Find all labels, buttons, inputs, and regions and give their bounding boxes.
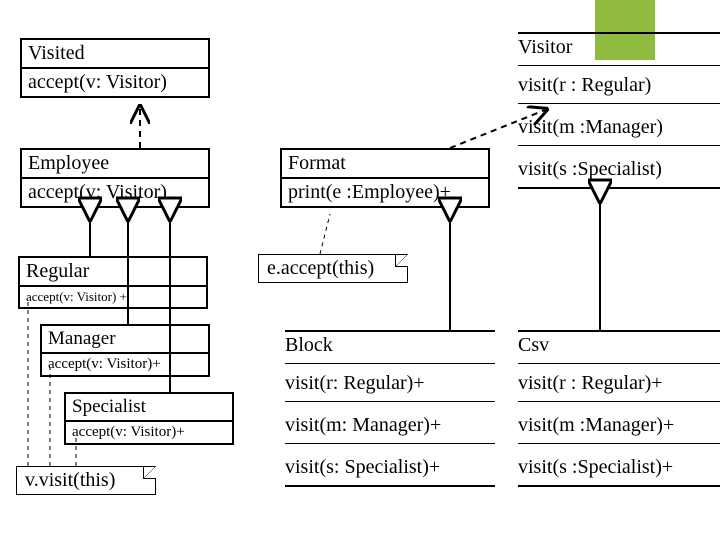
class-title: Csv xyxy=(518,330,720,364)
class-method: print(e :Employee)+ xyxy=(282,177,488,206)
note-eaccept: e.accept(this) xyxy=(258,254,408,283)
class-visited: Visited accept(v: Visitor) xyxy=(20,38,210,98)
class-method: accept(v: Visitor) + xyxy=(20,285,206,307)
class-specialist: Specialist accept(v: Visitor)+ xyxy=(64,392,234,445)
class-method: visit(r : Regular)+ xyxy=(518,370,720,402)
class-method: visit(r : Regular) xyxy=(518,72,720,104)
class-title: Specialist xyxy=(66,394,232,420)
class-title: Block xyxy=(285,330,495,364)
class-method: accept(v: Visitor)+ xyxy=(66,420,232,443)
note-vvisit: v.visit(this) xyxy=(16,466,156,495)
class-method: visit(r: Regular)+ xyxy=(285,370,495,402)
class-format: Format print(e :Employee)+ xyxy=(280,148,490,208)
class-method: visit(s :Specialist) xyxy=(518,156,720,189)
class-method: visit(s :Specialist)+ xyxy=(518,454,720,487)
class-title: Visited xyxy=(22,40,208,67)
class-method: accept(v: Visitor) xyxy=(22,67,208,96)
class-regular: Regular accept(v: Visitor) + xyxy=(18,256,208,309)
class-method: accept(v: Visitor)+ xyxy=(42,352,208,375)
class-method: visit(m :Manager)+ xyxy=(518,412,720,444)
class-method: visit(m :Manager) xyxy=(518,114,720,146)
class-method: visit(m: Manager)+ xyxy=(285,412,495,444)
class-title: Format xyxy=(282,150,488,177)
class-title: Employee xyxy=(22,150,208,177)
class-title: Visitor xyxy=(518,32,720,66)
class-title: Regular xyxy=(20,258,206,285)
class-title: Manager xyxy=(42,326,208,352)
class-manager: Manager accept(v: Visitor)+ xyxy=(40,324,210,377)
class-employee: Employee accept(v: Visitor) xyxy=(20,148,210,208)
class-method: visit(s: Specialist)+ xyxy=(285,454,495,487)
class-method: accept(v: Visitor) xyxy=(22,177,208,206)
